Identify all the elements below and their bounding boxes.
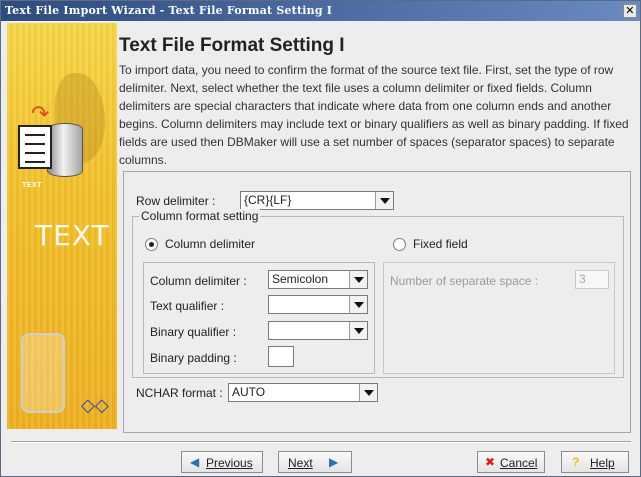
column-delimiter-radio[interactable]: [145, 238, 158, 251]
fixed-field-options-box: Number of separate space : 3: [383, 262, 615, 374]
text-document-icon: TEXT: [18, 125, 52, 189]
fixed-field-radio[interactable]: [393, 238, 406, 251]
binary-qualifier-label: Binary qualifier :: [150, 325, 237, 339]
wizard-side-banner: ↷ TEXT TEXT ◇◇: [7, 23, 117, 429]
wizard-window: Text File Import Wizard - Text File Form…: [0, 0, 641, 477]
row-delimiter-label: Row delimiter :: [136, 194, 216, 208]
arrow-icon: ↷: [31, 101, 50, 126]
next-button[interactable]: Next ▶: [278, 451, 352, 473]
binary-padding-input[interactable]: [268, 346, 294, 367]
column-delimiter-label: Column delimiter :: [150, 274, 247, 288]
text-qualifier-label: Text qualifier :: [150, 299, 225, 313]
title-bar: Text File Import Wizard - Text File Form…: [1, 1, 640, 21]
spiral-illustration-icon: [21, 333, 65, 413]
arrow-right-icon: ▶: [329, 455, 339, 469]
arrow-left-icon: ◀: [190, 455, 200, 469]
row-delimiter-select[interactable]: {CR}{LF}: [240, 191, 394, 210]
separate-space-input[interactable]: 3: [575, 270, 609, 289]
previous-button[interactable]: ◀ Previous: [181, 451, 263, 473]
column-delimiter-select[interactable]: Semicolon: [268, 270, 368, 289]
delimiter-options-box: Column delimiter : Semicolon Text qualif…: [143, 262, 375, 374]
cancel-x-icon: ✖: [485, 455, 496, 469]
chevron-down-icon[interactable]: [349, 271, 367, 288]
nchar-format-label: NCHAR format :: [136, 386, 223, 400]
linked-boxes-icon: ◇◇: [81, 395, 109, 415]
column-format-title: Column format setting: [139, 209, 261, 223]
help-button[interactable]: ? Help: [561, 451, 629, 473]
binary-padding-label: Binary padding :: [150, 351, 237, 365]
text-watermark: TEXT: [35, 219, 110, 252]
column-delimiter-radio-label[interactable]: Column delimiter: [165, 237, 255, 251]
chevron-down-icon[interactable]: [375, 192, 393, 209]
column-format-group: Column format setting Column delimiter F…: [132, 209, 624, 378]
chevron-down-icon[interactable]: [349, 322, 367, 339]
window-title: Text File Import Wizard - Text File Form…: [5, 4, 333, 17]
chevron-down-icon[interactable]: [359, 384, 377, 401]
help-icon: ?: [572, 455, 580, 469]
separate-space-label: Number of separate space :: [390, 274, 539, 288]
text-qualifier-select[interactable]: [268, 295, 368, 314]
page-description: To import data, you need to confirm the …: [119, 63, 629, 167]
settings-panel: Row delimiter : {CR}{LF} Column format s…: [123, 171, 631, 433]
database-icon: [47, 123, 83, 177]
nchar-format-select[interactable]: AUTO: [228, 383, 378, 402]
fixed-field-radio-label[interactable]: Fixed field: [413, 237, 468, 251]
footer-divider: [11, 441, 631, 443]
cancel-button[interactable]: ✖ Cancel: [477, 451, 545, 473]
binary-qualifier-select[interactable]: [268, 321, 368, 340]
chevron-down-icon[interactable]: [349, 296, 367, 313]
close-button[interactable]: ✕: [623, 4, 637, 18]
page-title: Text File Format Setting I: [119, 35, 345, 56]
